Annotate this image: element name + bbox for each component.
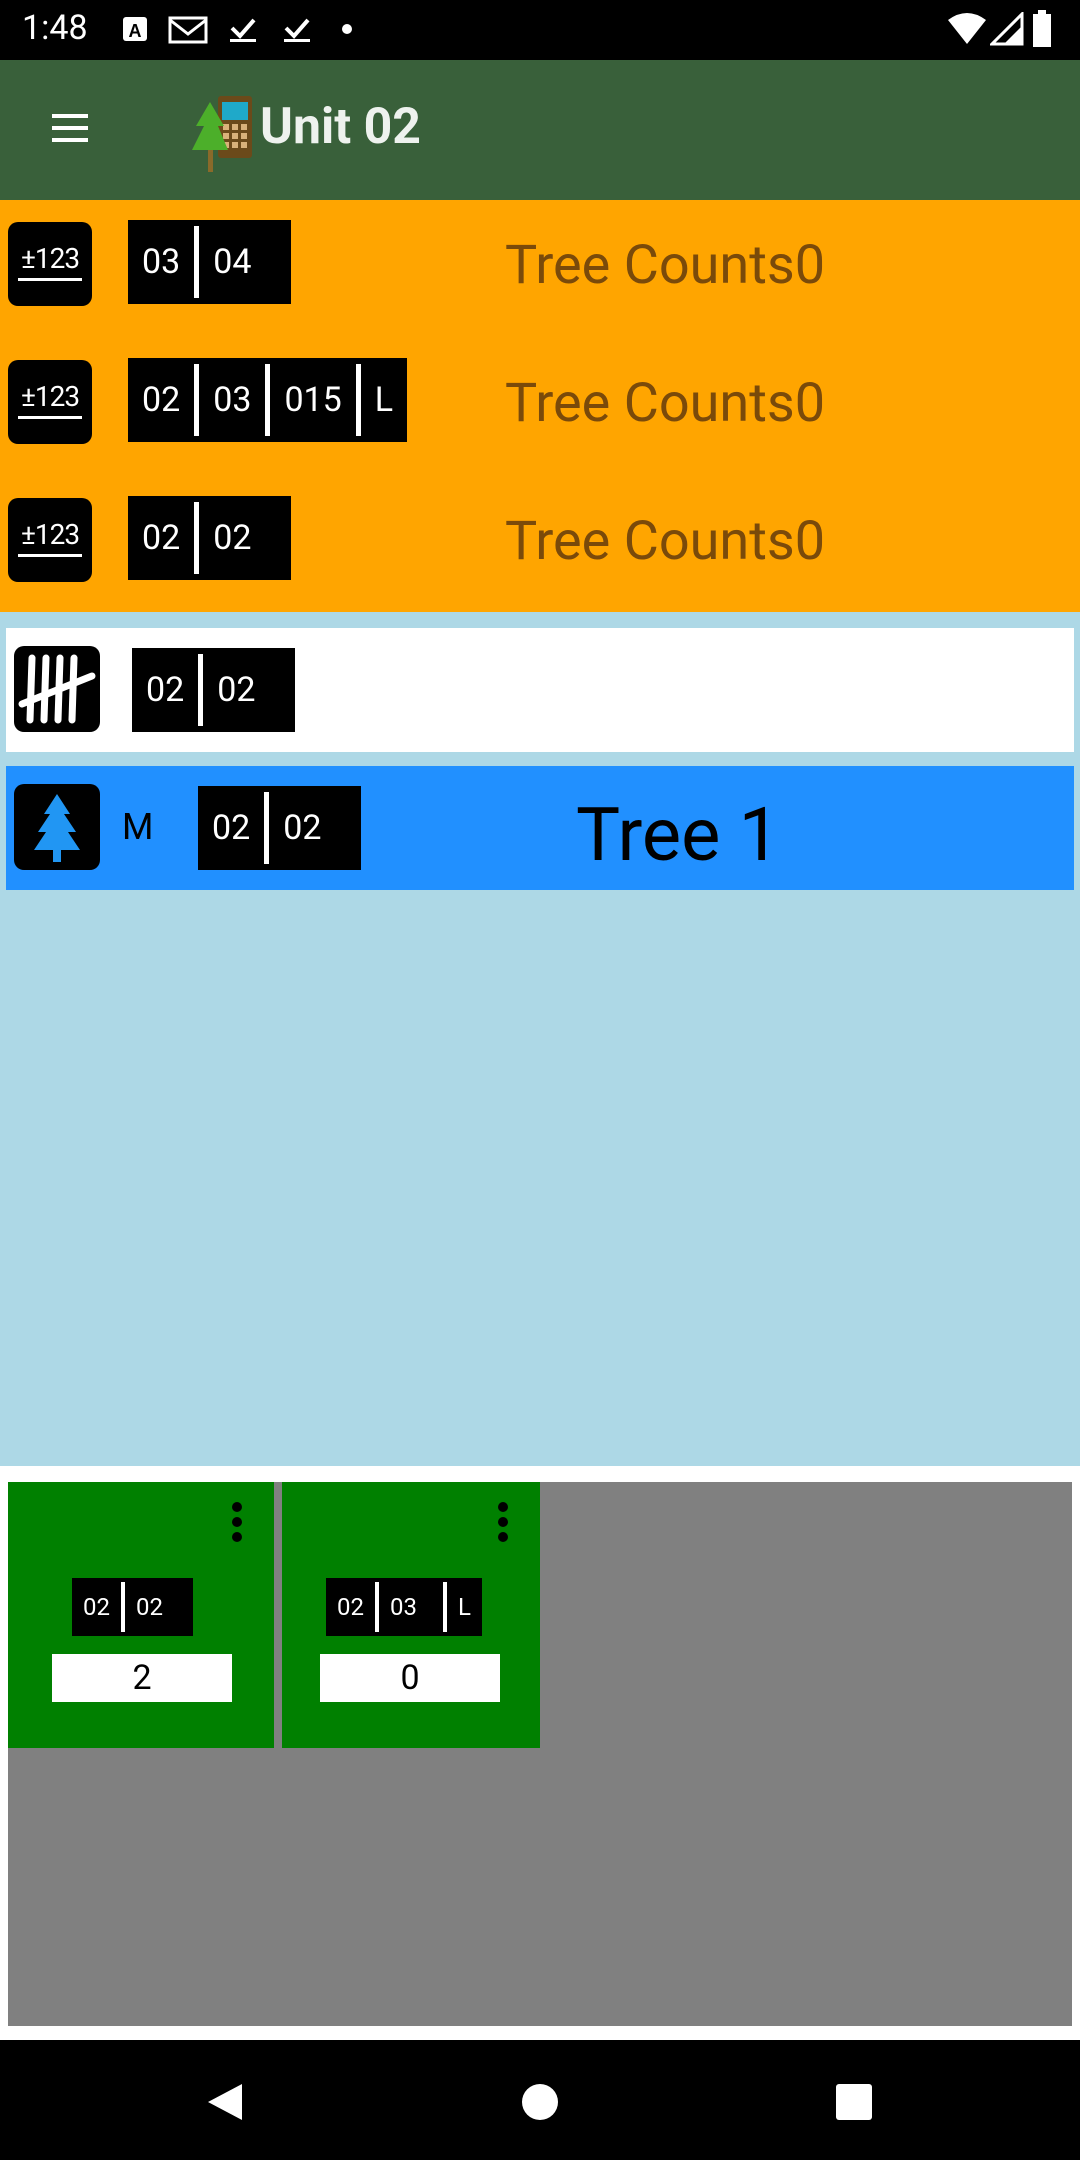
tree-count-row[interactable]: ±123 03 04 Tree Counts0 (0, 200, 1080, 338)
tree-count-section: ±123 03 04 Tree Counts0 ±123 02 03 015 L… (0, 200, 1080, 612)
species-code: 02 (212, 808, 251, 848)
tally-card[interactable]: 02 02 2 (8, 1482, 274, 1748)
tree-count-label: Tree Counts0 (505, 234, 826, 297)
code-strip: 02 02 (72, 1578, 193, 1636)
tally-count: 2 (52, 1654, 232, 1702)
gmail-icon (168, 14, 208, 44)
species-code: 02 (83, 1593, 110, 1621)
tree-count-label: Tree Counts0 (505, 510, 826, 573)
home-icon[interactable] (518, 2080, 562, 2124)
species-code: 03 (142, 242, 181, 282)
tally-count: 0 (320, 1654, 500, 1702)
more-options-icon[interactable] (230, 1502, 244, 1546)
stratum-code: 02 (213, 518, 252, 558)
app-bar: Unit 02 (0, 60, 1080, 200)
stratum-code: 03 (389, 1593, 417, 1621)
tree-count-label: Tree Counts0 (505, 372, 826, 435)
icon-text: ±123 (20, 518, 80, 551)
tree-row[interactable]: M 02 02 Tree 1 (6, 766, 1074, 890)
species-code: 02 (146, 670, 185, 710)
code-strip: 02 02 (132, 648, 296, 732)
code-strip: 02 03 L (326, 1578, 482, 1636)
stratum-code: 03 (213, 380, 252, 420)
hamburger-menu-icon[interactable] (46, 104, 94, 152)
tally-row[interactable]: 02 02 (6, 628, 1074, 752)
sample-group-code: 015 (284, 380, 342, 420)
check-icon (228, 14, 258, 44)
icon-text: ±123 (20, 380, 80, 413)
code-strip: 02 02 (128, 496, 292, 580)
tree-tablet-logo-icon (192, 92, 256, 174)
species-code: 02 (337, 1593, 364, 1621)
tree-icon[interactable] (14, 784, 100, 870)
code-strip: 02 02 (198, 786, 362, 870)
battery-icon (1032, 10, 1052, 48)
status-bar: 1:48 A (0, 0, 1080, 60)
code-strip: 03 04 (128, 220, 292, 304)
stratum-code: 04 (213, 242, 252, 282)
svg-text:A: A (129, 21, 142, 41)
species-code: 02 (142, 518, 181, 558)
species-code: 02 (142, 380, 181, 420)
wifi-icon (946, 12, 988, 46)
code-strip: 02 03 015 L (128, 358, 408, 442)
tally-grid: 02 02 2 02 03 L 0 (8, 1482, 1072, 2026)
icon-text: ±123 (20, 242, 80, 275)
stratum-code: 02 (135, 1593, 163, 1621)
back-icon[interactable] (204, 2080, 248, 2124)
check-icon (282, 14, 312, 44)
livedead-code: L (457, 1593, 471, 1621)
tally-list-area: 02 02 M 02 02 Tree 1 (0, 612, 1080, 1466)
tally-card[interactable]: 02 03 L 0 (282, 1482, 540, 1748)
plus-minus-123-icon[interactable]: ±123 (8, 222, 92, 306)
recents-icon[interactable] (832, 2080, 876, 2124)
a-box-icon: A (120, 14, 150, 44)
tree-count-row[interactable]: ±123 02 03 015 L Tree Counts0 (0, 338, 1080, 476)
plus-minus-123-icon[interactable]: ±123 (8, 360, 92, 444)
app-title: Unit 02 (260, 98, 421, 156)
stratum-code: 02 (283, 808, 322, 848)
signal-icon (988, 10, 1024, 46)
plus-minus-123-icon[interactable]: ±123 (8, 498, 92, 582)
tree-count-row[interactable]: ±123 02 02 Tree Counts0 (0, 476, 1080, 614)
tree-title: Tree 1 (576, 792, 781, 879)
dot-icon (340, 14, 354, 44)
livedead-code: L (374, 380, 394, 420)
tally-marks-icon[interactable] (14, 646, 100, 732)
more-options-icon[interactable] (496, 1502, 510, 1546)
status-time: 1:48 (22, 8, 88, 48)
tree-marker: M (122, 806, 154, 848)
navigation-bar (0, 2040, 1080, 2160)
stratum-code: 02 (217, 670, 256, 710)
